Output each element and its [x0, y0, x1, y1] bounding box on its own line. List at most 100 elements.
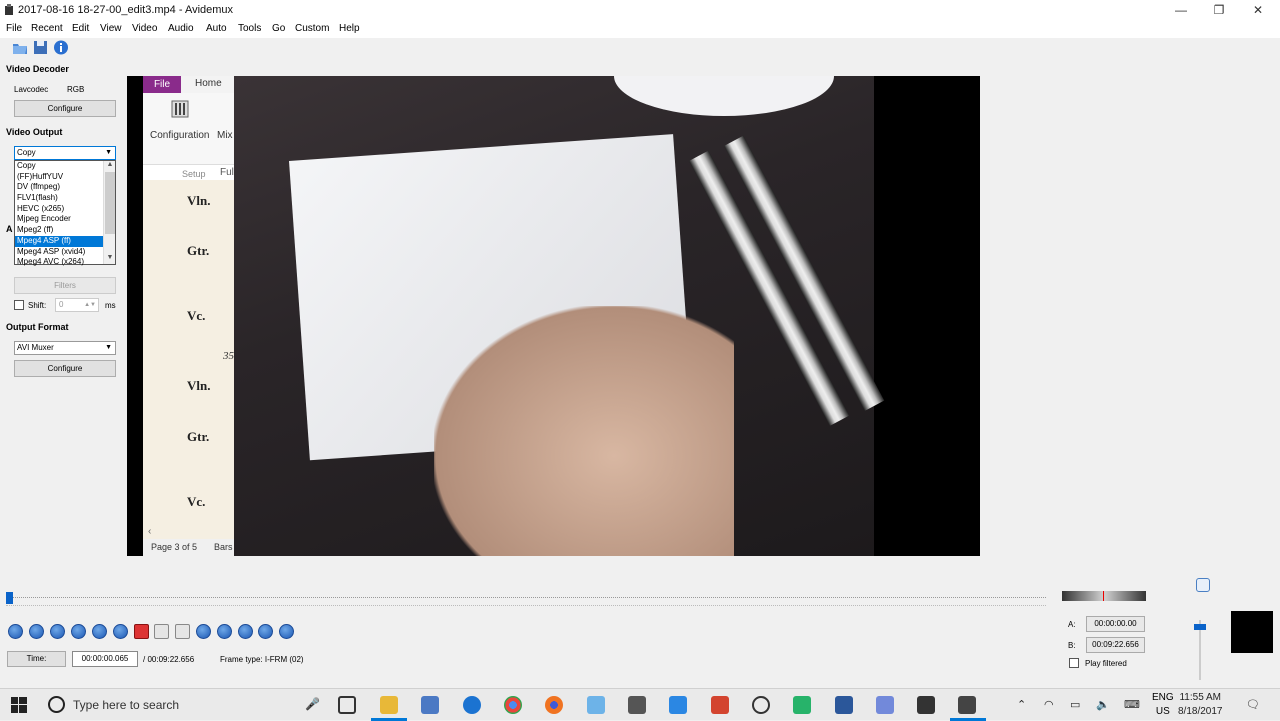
obs-icon[interactable]: [752, 696, 770, 714]
total-time: / 00:09:22.656: [143, 655, 195, 664]
menu-view[interactable]: View: [100, 23, 122, 34]
microphone-icon[interactable]: 🎤: [305, 697, 320, 711]
dropdown-option-highlighted[interactable]: Mpeg4 ASP (ff): [15, 235, 103, 247]
restore-button[interactable]: ❐: [1204, 2, 1234, 18]
video-output-dropdown-list[interactable]: Copy (FF)HuffYUV DV (ffmpeg) FLV1(flash)…: [14, 160, 116, 268]
menu-custom[interactable]: Custom: [295, 23, 329, 34]
word-icon[interactable]: [835, 696, 853, 714]
ribbon: Configuration Mix Setup: [143, 93, 234, 179]
app-icon[interactable]: [587, 696, 605, 714]
notifications-icon[interactable]: 🗨: [1246, 698, 1260, 711]
menu-audio[interactable]: Audio: [168, 23, 194, 34]
volume-icon[interactable]: [1196, 578, 1210, 592]
file-explorer-icon[interactable]: [380, 696, 398, 714]
store-icon[interactable]: [421, 696, 439, 714]
scrollbar-thumb[interactable]: [105, 172, 115, 234]
discord-icon[interactable]: [876, 696, 894, 714]
previous-keyframe-icon[interactable]: [92, 624, 107, 639]
task-view-icon[interactable]: [338, 696, 356, 714]
set-marker-a-icon[interactable]: [134, 624, 149, 639]
output-format-configure-button[interactable]: Configure: [14, 360, 116, 377]
video-frame-photo: [234, 76, 885, 556]
menu-go[interactable]: Go: [272, 23, 285, 34]
taskbar-clock[interactable]: 11:55 AM 8/18/2017: [1178, 691, 1223, 719]
mail-icon[interactable]: [917, 696, 935, 714]
filters-button[interactable]: Filters: [14, 277, 116, 294]
instrument-label: Vc.: [187, 494, 206, 509]
dropdown-option[interactable]: Mpeg2 (ff): [15, 225, 103, 236]
dropdown-option[interactable]: Mpeg4 ASP (xvid4): [15, 247, 103, 258]
menu-video[interactable]: Video: [132, 23, 157, 34]
dropdown-scrollbar[interactable]: ▲ ▼: [103, 161, 115, 264]
current-time-field[interactable]: 00:00:00.065: [72, 651, 138, 667]
volume-slider-knob[interactable]: [1194, 624, 1206, 630]
decoder-configure-button[interactable]: Configure: [14, 100, 116, 117]
info-icon[interactable]: [53, 40, 69, 55]
timeline-slider[interactable]: [6, 590, 1046, 608]
dropdown-option[interactable]: (FF)HuffYUV: [15, 172, 103, 183]
menu-auto[interactable]: Auto: [206, 23, 227, 34]
go-to-end-icon[interactable]: [238, 624, 253, 639]
chrome-icon[interactable]: [504, 696, 522, 714]
play-filtered-checkbox[interactable]: [1069, 658, 1079, 668]
shift-input[interactable]: 0 ▲▼: [55, 298, 99, 312]
next-keyframe-icon[interactable]: [113, 624, 128, 639]
output-format-select[interactable]: AVI Muxer ▼: [14, 341, 116, 355]
menu-tools[interactable]: Tools: [238, 23, 261, 34]
taskbar-search-input[interactable]: Type here to search: [73, 698, 179, 712]
open-folder-icon[interactable]: [12, 40, 28, 55]
spinner-icon[interactable]: ▲▼: [84, 299, 96, 311]
time-button[interactable]: Time:: [7, 651, 66, 667]
volume-slider[interactable]: [1194, 620, 1206, 680]
wifi-icon[interactable]: ◠: [1044, 698, 1054, 711]
chevron-up-icon[interactable]: ⌃: [1017, 698, 1026, 711]
menu-edit[interactable]: Edit: [72, 23, 89, 34]
language-indicator[interactable]: ENG US: [1152, 691, 1174, 719]
close-button[interactable]: ✕: [1243, 2, 1273, 18]
stop-icon[interactable]: [29, 624, 44, 639]
play-icon[interactable]: [8, 624, 23, 639]
instrument-label: Vc.: [187, 308, 206, 323]
menu-recent[interactable]: Recent: [31, 23, 63, 34]
marker-a-field[interactable]: 00:00:00.00: [1086, 616, 1145, 632]
video-output-select[interactable]: Copy ▼: [14, 146, 116, 160]
scroll-up-icon[interactable]: ▲: [104, 161, 116, 171]
avidemux-taskbar-icon[interactable]: [958, 696, 976, 714]
menu-help[interactable]: Help: [339, 23, 360, 34]
go-to-start-icon[interactable]: [217, 624, 232, 639]
previous-black-frame-icon[interactable]: [175, 624, 190, 639]
go-to-marker-a-icon[interactable]: [258, 624, 273, 639]
firefox-icon[interactable]: [545, 696, 563, 714]
minimize-button[interactable]: —: [1166, 2, 1196, 18]
next-black-frame-icon[interactable]: [196, 624, 211, 639]
battery-icon[interactable]: ▭: [1070, 698, 1080, 711]
chat-app-icon[interactable]: [793, 696, 811, 714]
dropdown-option[interactable]: HEVC (x265): [15, 204, 103, 215]
keyboard-icon[interactable]: ⌨: [1124, 698, 1140, 711]
edge-icon[interactable]: [463, 696, 481, 714]
shift-unit: ms: [105, 301, 116, 310]
shift-checkbox[interactable]: [14, 300, 24, 310]
dropdown-option[interactable]: Mjpeg Encoder: [15, 214, 103, 225]
dropdown-option[interactable]: Mpeg4 AVC (x264): [15, 257, 103, 268]
dropdown-option[interactable]: FLV1(flash): [15, 193, 103, 204]
menu-file[interactable]: File: [6, 23, 22, 34]
dropdown-option[interactable]: DV (ffmpeg): [15, 182, 103, 193]
speaker-icon[interactable]: 🔈: [1096, 698, 1110, 711]
cortana-icon[interactable]: [48, 696, 65, 713]
marker-b-field[interactable]: 00:09:22.656: [1086, 637, 1145, 653]
go-to-marker-b-icon[interactable]: [279, 624, 294, 639]
windows-start-icon[interactable]: [11, 697, 27, 713]
previous-frame-icon[interactable]: [50, 624, 65, 639]
page-status: Page 3 of 5: [151, 542, 198, 552]
timeline-track: [6, 597, 1046, 599]
next-frame-icon[interactable]: [71, 624, 86, 639]
save-icon[interactable]: [33, 40, 49, 55]
set-marker-b-icon[interactable]: [154, 624, 169, 639]
app-icon[interactable]: [711, 696, 729, 714]
messenger-icon[interactable]: [669, 696, 687, 714]
sibelius-icon[interactable]: [628, 696, 646, 714]
scroll-down-icon[interactable]: ▼: [104, 254, 116, 264]
dropdown-option[interactable]: Copy: [15, 161, 103, 172]
timeline-handle[interactable]: [6, 592, 13, 604]
